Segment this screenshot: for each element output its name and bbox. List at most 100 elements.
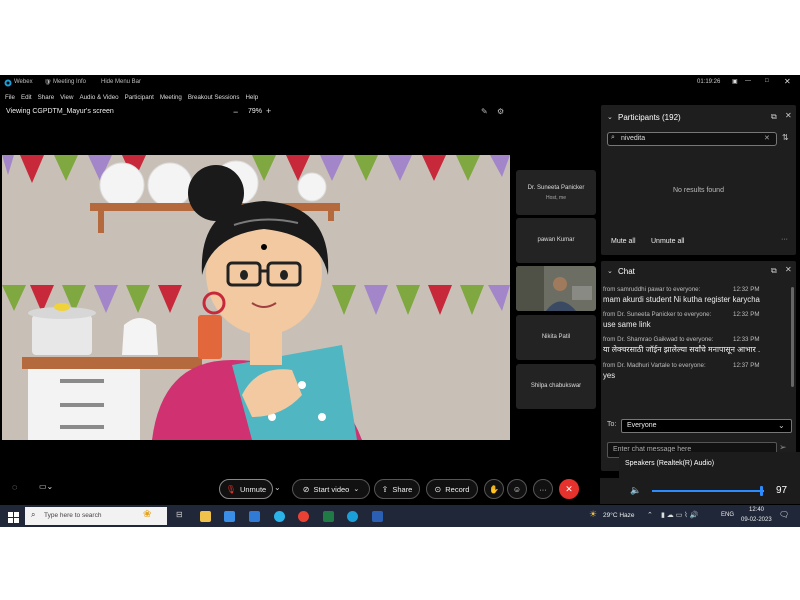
- zoom-out-button[interactable]: −: [233, 107, 238, 117]
- mail-icon[interactable]: [249, 511, 260, 522]
- start-video-button[interactable]: ⊘ Start video ⌄: [292, 479, 370, 499]
- menu-item-file[interactable]: File: [5, 94, 15, 101]
- reactions-button[interactable]: ☺: [507, 479, 527, 499]
- leave-meeting-button[interactable]: ✕: [559, 479, 579, 499]
- chat-sender: from samruddhi pawar to everyone:: [603, 286, 701, 293]
- edge-icon[interactable]: [274, 511, 285, 522]
- menu-item-breakout-sessions[interactable]: Breakout Sessions: [188, 94, 240, 101]
- taskbar-time[interactable]: 12:40: [749, 507, 764, 513]
- meeting-info-link[interactable]: Meeting Info: [53, 79, 86, 85]
- tray-chevron-icon[interactable]: ⌃: [647, 511, 653, 519]
- maximize-icon[interactable]: □: [765, 78, 769, 84]
- unmute-button[interactable]: 🎙 Unmute: [219, 479, 273, 499]
- word-icon[interactable]: [372, 511, 383, 522]
- chat-text: mam akurdi student Ni kutha register kar…: [603, 295, 760, 304]
- store-icon[interactable]: [224, 511, 235, 522]
- menu-item-help[interactable]: Help: [245, 94, 258, 101]
- popout-icon[interactable]: ⧉: [771, 112, 777, 122]
- chat-sender: from Dr. Suneeta Panicker to everyone:: [603, 311, 712, 318]
- muted-mic-icon: 🎙: [225, 484, 236, 494]
- excel-icon[interactable]: [323, 511, 334, 522]
- sort-icon[interactable]: ⇅: [782, 133, 789, 142]
- file-explorer-icon[interactable]: [200, 511, 211, 522]
- close-participants-icon[interactable]: ✕: [785, 111, 792, 120]
- menu-item-participant[interactable]: Participant: [125, 94, 154, 101]
- unmute-all-button[interactable]: Unmute all: [651, 238, 684, 245]
- hand-icon: ✋: [489, 484, 499, 494]
- zoom-in-button[interactable]: +: [266, 106, 271, 116]
- share-button[interactable]: ⇪ Share: [374, 479, 420, 499]
- clear-search-icon[interactable]: ✕: [764, 134, 770, 142]
- participant-video-tile[interactable]: Nikita Patil: [516, 315, 596, 360]
- participant-video-tile[interactable]: pawan Kumar: [516, 218, 596, 263]
- chat-message: from Dr. Suneeta Panicker to everyone: 1…: [603, 311, 788, 329]
- raise-hand-button[interactable]: ✋: [484, 479, 504, 499]
- windows-taskbar: ⌕ Type here to search ❀ ⊟ ☀ 29°C Haze ⌃ …: [0, 505, 800, 527]
- participant-search-input[interactable]: ⌕ nivedita ✕: [607, 132, 777, 146]
- menu-item-edit[interactable]: Edit: [21, 94, 32, 101]
- webex-logo-icon: [4, 79, 12, 89]
- layout-icon[interactable]: ▣: [732, 78, 738, 85]
- menu-item-meeting[interactable]: Meeting: [160, 94, 182, 101]
- search-icon: ⌕: [611, 134, 615, 141]
- volume-slider[interactable]: [652, 490, 764, 492]
- language-indicator[interactable]: ENG: [721, 512, 734, 518]
- more-icon: ···: [539, 484, 547, 494]
- hide-menu-bar-link[interactable]: Hide Menu Bar: [101, 79, 141, 85]
- taskbar-date[interactable]: 09-02-2023: [741, 517, 772, 523]
- audio-options-chevron-icon[interactable]: ⌄: [274, 483, 281, 492]
- menu-item-audio-video[interactable]: Audio & Video: [79, 94, 118, 101]
- webex-taskbar-icon[interactable]: [347, 511, 358, 522]
- annotate-icon[interactable]: ✎: [481, 107, 488, 116]
- to-label: To:: [607, 421, 617, 428]
- menu-bar: File Edit Share View Audio & Video Participan…: [0, 91, 800, 105]
- task-view-icon[interactable]: ⊟: [176, 510, 183, 519]
- participant-video-tile[interactable]: [516, 266, 596, 311]
- mute-all-button[interactable]: Mute all: [611, 238, 636, 245]
- taskbar-search-box[interactable]: ⌕ Type here to search ❀: [25, 507, 167, 525]
- volume-slider-handle[interactable]: [759, 486, 763, 496]
- menu-item-share[interactable]: Share: [38, 94, 55, 101]
- speaker-device-name[interactable]: Speakers (Realtek(R) Audio): [625, 460, 714, 467]
- tray-icons[interactable]: ▮ ☁ ▭ ⌇ 🔊: [661, 511, 698, 519]
- notifications-icon[interactable]: 🗨: [779, 510, 789, 519]
- minimize-icon[interactable]: —: [745, 78, 751, 84]
- weather-text[interactable]: 29°C Haze: [603, 512, 635, 519]
- menu-item-view[interactable]: View: [60, 94, 73, 101]
- collapse-chat-icon[interactable]: ⌄: [607, 267, 613, 275]
- video-options-chevron-icon[interactable]: ⌄: [353, 485, 359, 493]
- windows-start-icon[interactable]: [8, 510, 19, 527]
- chat-text: या लेक्चरसाठी जॉईन झालेल्या सर्वांचे मना…: [603, 345, 761, 354]
- more-options-button[interactable]: ···: [533, 479, 553, 499]
- participant-name: Nikita Patil: [541, 334, 571, 340]
- connection-icon[interactable]: ◌: [12, 482, 17, 492]
- chrome-icon[interactable]: [298, 511, 309, 522]
- chat-popout-icon[interactable]: ⧉: [771, 266, 777, 276]
- volume-value: 97: [776, 485, 788, 496]
- recipient-select[interactable]: Everyone ⌄: [621, 419, 792, 433]
- smile-icon: ☺: [512, 484, 522, 494]
- close-chat-icon[interactable]: ✕: [785, 265, 792, 274]
- chat-time: 12:32 PM: [733, 286, 760, 293]
- participants-title: Participants (192): [618, 113, 681, 122]
- speaker-icon: 🔈: [630, 485, 642, 495]
- captions-icon[interactable]: ▭⌄: [39, 482, 53, 491]
- record-button[interactable]: ⊙ Record: [426, 479, 478, 499]
- participants-more-icon[interactable]: ···: [781, 236, 788, 243]
- settings-icon[interactable]: ⚙: [497, 107, 504, 116]
- app-name: Webex: [14, 79, 33, 85]
- participant-video-tile[interactable]: Dr. Suneeta Panicker Host, me: [516, 170, 596, 215]
- chat-scrollbar[interactable]: [791, 287, 794, 387]
- participant-camera-feed: [516, 266, 596, 311]
- unmute-label: Unmute: [239, 484, 267, 494]
- participant-video-tile[interactable]: Shilpa chabukswar: [516, 364, 596, 409]
- chat-sender: from Dr. Shamrao Gaikwad to everyone:: [603, 336, 714, 343]
- collapse-participants-icon[interactable]: ⌄: [607, 113, 613, 121]
- shared-cartoon-image: [2, 155, 510, 440]
- zoom-level: 79%: [248, 108, 263, 115]
- participant-role: Host, me: [545, 195, 566, 201]
- close-window-icon[interactable]: ✕: [784, 77, 791, 86]
- share-label: Share: [392, 484, 413, 494]
- chat-time: 12:37 PM: [733, 362, 760, 369]
- no-results-text: No results found: [673, 187, 724, 194]
